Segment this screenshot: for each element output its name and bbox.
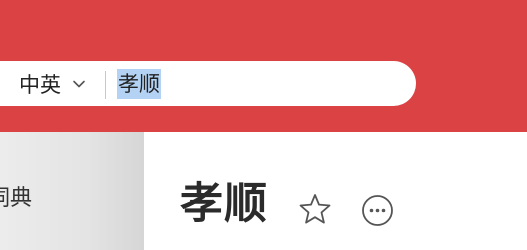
search-divider (105, 71, 106, 99)
entry-word-title: 孝顺 (180, 179, 268, 229)
search-query-text: 孝顺 (117, 68, 161, 99)
app-header: 中英 孝顺 (0, 0, 527, 132)
search-bar: 中英 孝顺 (0, 61, 416, 106)
sidebar-item-dictionary[interactable]: 词典 (0, 180, 32, 212)
star-icon[interactable] (298, 192, 332, 226)
search-input[interactable]: 孝顺 (117, 67, 397, 100)
language-selector-label: 中英 (19, 72, 61, 97)
more-icon[interactable] (361, 194, 394, 227)
chevron-down-icon (71, 76, 87, 92)
language-selector[interactable]: 中英 (19, 61, 87, 106)
